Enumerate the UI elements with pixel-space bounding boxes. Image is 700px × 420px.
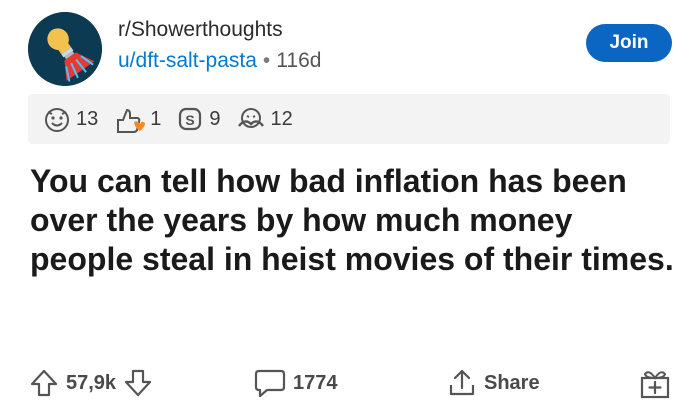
gift-award-icon [640,371,670,399]
post-header: r/Showerthoughts u/dft-salt-pasta • 116d J… [28,10,672,90]
subreddit-name[interactable]: r/Showerthoughts [118,16,321,44]
comment-count: 1774 [293,371,338,394]
award-wholesome[interactable]: 1 [112,104,161,134]
separator: • [262,49,271,72]
downvote-arrow-icon[interactable] [122,367,154,399]
upvote-arrow-icon[interactable] [28,367,60,399]
action-bar: 57,9k 1774 Share [28,360,672,406]
award-helpful[interactable]: 13 [42,104,98,134]
author-line: u/dft-salt-pasta • 116d [118,46,321,76]
post-age: 116d [276,49,322,72]
share-label: Share [484,371,540,394]
author-username[interactable]: u/dft-salt-pasta [118,49,257,72]
post-title[interactable]: You can tell how bad inflation has been … [30,162,680,279]
vote-count: 57,9k [66,371,117,394]
join-button[interactable]: Join [586,24,672,62]
wholesome-award-icon [117,108,146,133]
vote-group: 57,9k [28,360,154,406]
silver-coin-award-icon: S [179,107,202,131]
award-count: 1 [150,107,162,130]
award-silver[interactable]: S 9 [175,104,221,134]
lightbulb-shower-icon [28,12,102,86]
award-button[interactable] [638,360,672,406]
awards-bar[interactable]: 13 1 S 9 12 [28,94,670,144]
award-count: 9 [209,107,221,130]
post-meta: r/Showerthoughts u/dft-salt-pasta • 116d [118,16,321,76]
award-count: 12 [270,107,293,130]
helpful-award-icon [45,108,69,132]
subreddit-avatar[interactable] [28,12,102,86]
comment-bubble-icon [254,369,286,398]
share-button[interactable]: Share [446,360,546,406]
hugz-award-icon [237,108,264,128]
share-icon [449,369,475,396]
comments-button[interactable]: 1774 [253,360,344,406]
award-hugz[interactable]: 12 [235,104,293,134]
award-count: 13 [76,107,99,130]
svg-text:S: S [186,112,195,128]
